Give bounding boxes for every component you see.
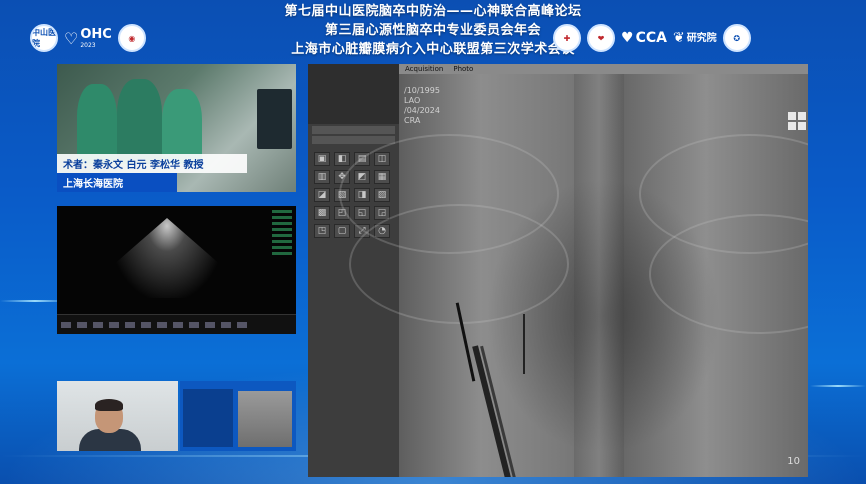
university-seal-logo: ✪ [722,24,751,52]
monitor-figure [257,89,292,149]
leaf-icon: ❦ [672,30,685,46]
tab-photo[interactable]: Photo [453,65,473,73]
tool-button[interactable]: ◧ [334,152,350,166]
speaker-hair [95,399,123,411]
ultrasound-image [112,218,222,298]
hospital-caption: 上海长海医院 [57,173,177,192]
light-streak [810,385,866,387]
layout-grid-icon[interactable] [788,112,806,130]
guidewire [523,314,525,374]
society-logo: ◉ [117,24,146,52]
tool-button[interactable]: ▣ [314,152,330,166]
control-slider[interactable] [312,136,395,144]
institute-logo: ❦ 研究院 [673,30,717,46]
ohc-sub: 2023 [80,42,96,49]
xray-image [339,74,808,477]
heart-emblem-icon: ❤ [597,33,605,43]
mini-preview-xray [238,391,292,447]
angio-tab-bar: Acquisition Photo [399,64,808,74]
surgeon-figure [77,84,117,164]
tool-button[interactable]: ▢ [334,224,350,238]
echocardiography-panel [57,206,296,334]
header: 中山医院 ♡ OHC 2023 ◉ 第七届中山医院脑卒中防治——心神联合高峰论坛 … [0,0,866,62]
patient-date: /04/2024 [404,106,440,115]
logo-text: 中山医院 [32,28,56,48]
tool-button[interactable]: ◪ [314,188,330,202]
lao-label: LAO [404,96,421,105]
surgeon-figure [162,89,202,164]
emblem-icon: ✚ [563,33,571,43]
heart-icon: ♡ [64,28,79,48]
speaker-webcam [57,381,178,451]
surgery-caption: 术者：秦永文 白元 李松华 教授 上海长海医院 [57,154,296,192]
mini-preview-left [183,389,233,447]
frame-number: 10 [787,456,800,467]
angiography-viewer: ▣ ◧ ▤ ◫ ▥ ✥ ◩ ▦ ◪ ▧ ◨ ▨ ▩ ◰ ◱ ◲ ◳ ▢ ⤢ ◔ … [308,64,808,477]
title-line-1: 第七届中山医院脑卒中防治——心神联合高峰论坛 [284,4,582,19]
emblem-logo-2: ❤ [587,24,615,52]
cran-label: CRA [404,116,421,125]
circle-emblem-icon: ◉ [128,33,136,43]
ohc-logo: ♡ OHC 2023 [64,27,112,49]
handshake-heart-icon: ♥ [621,30,634,46]
right-logo-group: ✚ ❤ ♥ CCA ❦ 研究院 ✪ [553,24,751,52]
tool-button[interactable]: ▩ [314,206,330,220]
control-panel-header [308,64,399,124]
spine-shadow [574,74,624,477]
left-logo-group: 中山医院 ♡ OHC 2023 ◉ [30,24,146,52]
cca-text: CCA [635,30,667,46]
echo-toolbar [57,314,296,334]
patient-dob: /10/1995 [404,86,440,95]
emblem-logo-1: ✚ [553,24,581,52]
control-slider[interactable] [312,126,395,134]
patient-overlay: /10/1995 LAO /04/2024 CRA [404,86,440,126]
echo-sidebar [272,210,292,290]
tool-button[interactable]: ▥ [314,170,330,184]
tool-button[interactable]: ◳ [314,224,330,238]
surgery-video-panel: 术者：秦永文 白元 李松华 教授 上海长海医院 [57,64,296,192]
mini-screen-preview [180,381,296,451]
zhongshan-hospital-logo: 中山医院 [30,24,58,52]
delivery-sheath [472,345,512,477]
tab-acquisition[interactable]: Acquisition [405,65,443,73]
surgeons-caption: 术者：秦永文 白元 李松华 教授 [57,154,247,173]
institute-text: 研究院 [686,32,717,44]
delivery-sheath [480,345,517,477]
seal-icon: ✪ [733,33,741,43]
cca-logo: ♥ CCA [621,30,667,46]
ohc-text: OHC [80,27,112,42]
surgeon-figure [117,79,162,164]
